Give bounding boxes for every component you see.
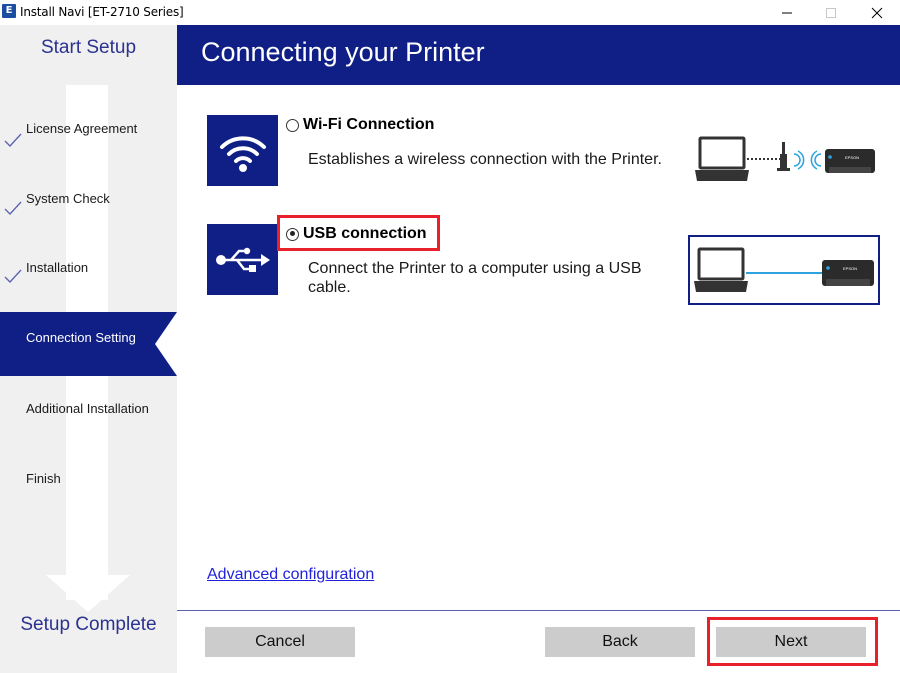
radio-checked-icon [286, 227, 299, 241]
step-label: Finish [26, 471, 61, 486]
wifi-connection-description: Establishes a wireless connection with t… [308, 151, 662, 168]
laptop-base [695, 170, 749, 181]
step-label: Additional Installation [26, 401, 149, 416]
checkmark-icon [4, 201, 22, 215]
usb-connection-label: USB connection [303, 225, 427, 242]
usb-connection-radio[interactable]: USB connection [286, 225, 427, 243]
wifi-connection-radio[interactable]: Wi-Fi Connection [286, 116, 434, 134]
usb-icon [215, 247, 270, 272]
maximize-icon [826, 7, 836, 18]
page-header: Connecting your Printer [177, 25, 900, 85]
printer-brand: EPSON [843, 266, 857, 271]
step-license-agreement: License Agreement [0, 95, 177, 159]
minimize-icon [782, 12, 792, 13]
step-label: Connection Setting [26, 330, 136, 345]
page-title: Connecting your Printer [201, 37, 485, 67]
setup-steps-sidebar: Start Setup License Agreement System Che… [0, 25, 177, 673]
checkmark-icon [4, 133, 22, 147]
wifi-wave [793, 153, 801, 167]
title-bar: E Install Navi [ET-2710 Series] [0, 0, 900, 25]
usb-connection-illustration: EPSON [688, 235, 880, 305]
step-connection-setting: Connection Setting [0, 312, 177, 376]
laptop-screen [698, 136, 746, 170]
start-setup-label: Start Setup [40, 37, 137, 58]
router-antenna [782, 142, 785, 156]
step-label: Installation [26, 260, 89, 275]
printer-brand: EPSON [845, 155, 859, 160]
laptop-base [694, 281, 748, 292]
app-icon: E [2, 4, 16, 18]
step-label: System Check [26, 191, 110, 206]
close-button[interactable] [854, 0, 900, 25]
step-label: License Agreement [26, 121, 138, 136]
close-icon [871, 7, 883, 18]
back-button[interactable]: Back [545, 627, 695, 657]
progress-arrow-head [46, 575, 130, 612]
minimize-button[interactable] [764, 0, 810, 25]
checkmark-icon [4, 269, 22, 283]
usb-option-tile [207, 224, 278, 295]
next-button[interactable]: Next [716, 627, 866, 657]
setup-complete-label: Setup Complete [20, 614, 157, 635]
wifi-icon [219, 135, 266, 172]
step-finish: Finish [0, 445, 177, 509]
advanced-configuration-link[interactable]: Advanced configuration [207, 566, 374, 584]
usb-connection-description: Connect the Printer to a computer using … [308, 260, 642, 296]
wifi-option-tile [207, 115, 278, 186]
step-installation: Installation [0, 235, 177, 299]
step-additional-installation: Additional Installation [0, 375, 177, 439]
maximize-button[interactable] [808, 0, 854, 25]
active-step-notch [155, 312, 177, 376]
wifi-connection-label: Wi-Fi Connection [303, 116, 435, 133]
cancel-button[interactable]: Cancel [205, 627, 355, 657]
window-title: Install Navi [ET-2710 Series] [20, 5, 184, 19]
wifi-connection-illustration: EPSON [695, 136, 875, 181]
footer-divider [177, 610, 900, 611]
radio-unchecked-icon [286, 118, 299, 132]
step-system-check: System Check [0, 165, 177, 229]
laptop-screen [697, 247, 745, 281]
router-body [780, 154, 787, 169]
install-navi-window: E Install Navi [ET-2710 Series] Start Se… [0, 0, 900, 673]
